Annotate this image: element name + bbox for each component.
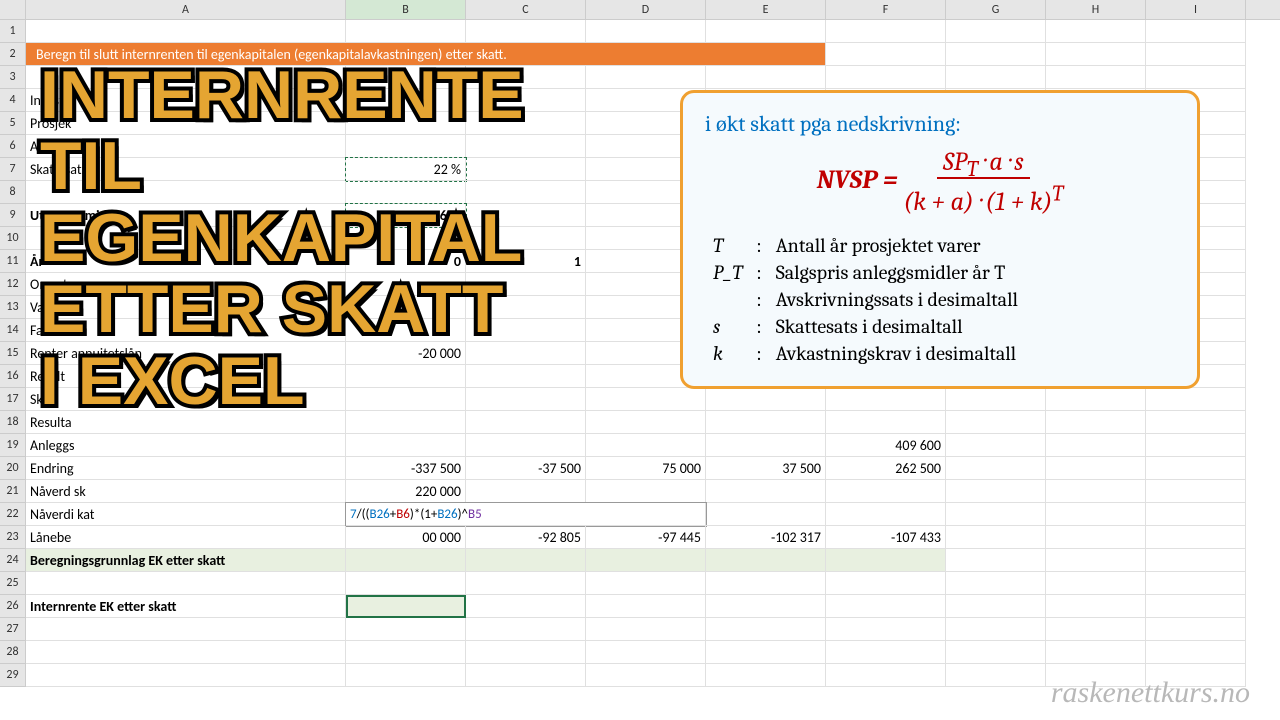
- col-C[interactable]: C: [466, 0, 586, 19]
- cell-B26-selected[interactable]: [346, 595, 466, 618]
- row-1[interactable]: 1: [0, 20, 26, 43]
- col-H[interactable]: H: [1046, 0, 1146, 19]
- infobox-definitions: T:Antall år prosjektet varer P_T:Salgspr…: [705, 231, 1026, 368]
- video-title-overlay: INTERNRENTE TIL EGENKAPITAL ETTER SKATT …: [40, 60, 524, 417]
- col-A[interactable]: A: [26, 0, 346, 19]
- row-2[interactable]: 2: [0, 43, 26, 66]
- col-B[interactable]: B: [346, 0, 466, 19]
- col-D[interactable]: D: [586, 0, 706, 19]
- select-all-corner[interactable]: [0, 0, 26, 19]
- formula-info-box: i økt skatt pga nedskrivning: NVSP = SPT…: [680, 90, 1200, 389]
- col-F[interactable]: F: [826, 0, 946, 19]
- col-E[interactable]: E: [706, 0, 826, 19]
- watermark: raskenettkurs.no: [1051, 676, 1250, 710]
- cell-B22-editing[interactable]: 7/((B26+B6)*(1+B26)^B5: [346, 503, 706, 526]
- infobox-equation: NVSP = SPT · a · s(k + a) · (1 + k)T: [705, 147, 1175, 217]
- col-I[interactable]: I: [1146, 0, 1246, 19]
- col-G[interactable]: G: [946, 0, 1046, 19]
- column-headers: A B C D E F G H I: [0, 0, 1280, 20]
- infobox-heading: i økt skatt pga nedskrivning:: [705, 111, 1175, 137]
